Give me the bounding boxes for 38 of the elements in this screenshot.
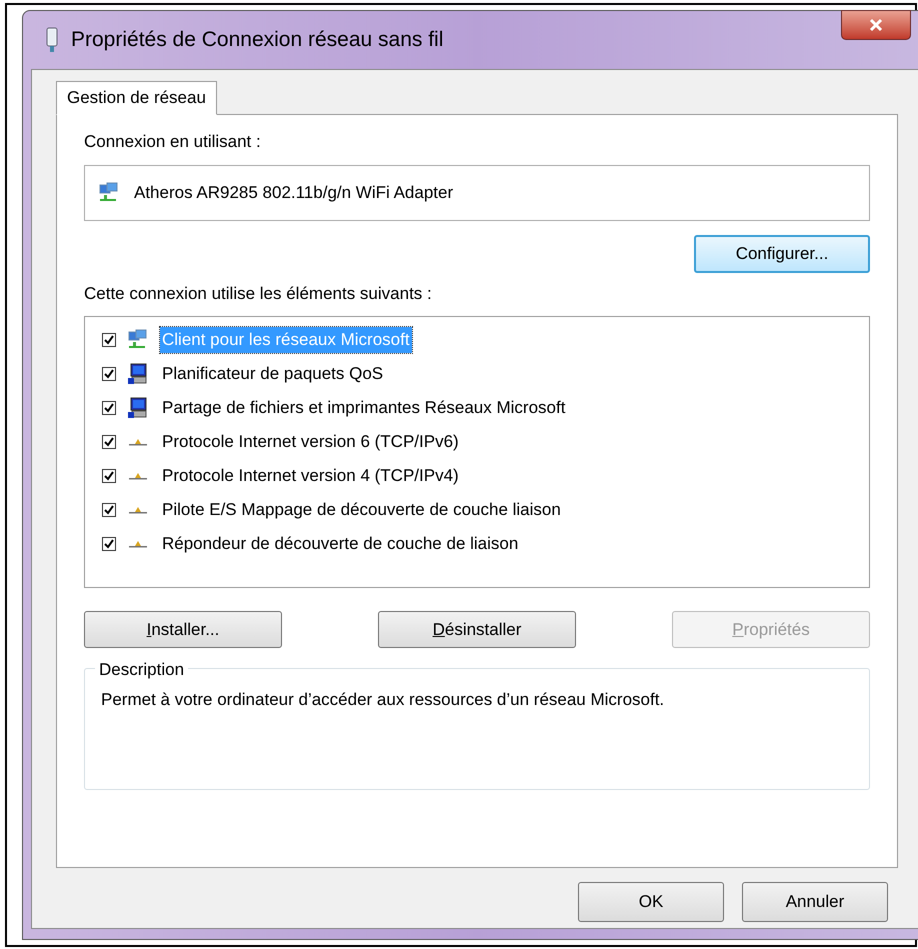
close-icon xyxy=(868,18,884,32)
section-label: Connexion en utilisant : xyxy=(84,131,262,153)
section-label: Cette connexion utilise les éléments suivants : xyxy=(84,282,433,304)
dialog-button[interactable]: Annuler xyxy=(742,882,888,922)
check-icon xyxy=(104,471,114,481)
network-computers-icon xyxy=(127,329,149,351)
dialog-button[interactable]: OK xyxy=(578,882,724,922)
configure-button[interactable]: Configurer... xyxy=(694,234,870,272)
checkbox[interactable] xyxy=(102,401,116,415)
checkbox[interactable] xyxy=(102,469,116,483)
adapter-icon xyxy=(45,27,59,53)
check-icon xyxy=(104,403,114,413)
list-item[interactable]: Partage de fichiers et imprimantes Réseaux Microsoft xyxy=(160,395,568,421)
check-icon xyxy=(104,505,114,515)
network-computers-icon xyxy=(98,182,120,204)
list-item[interactable]: Planificateur de paquets QoS xyxy=(160,361,386,387)
list-item[interactable]: Protocole Internet version 4 (TCP/IPv4) xyxy=(160,463,461,489)
checkbox[interactable] xyxy=(102,367,116,381)
close-button[interactable] xyxy=(841,10,911,40)
tab[interactable]: Gestion de réseau xyxy=(56,81,217,115)
computer-icon xyxy=(127,397,149,419)
description-text: Permet à votre ordinateur d’accéder aux ressources d’un réseau Microsoft. xyxy=(101,689,666,711)
window-title: Propriétés de Connexion réseau sans fil xyxy=(71,27,444,54)
check-icon xyxy=(104,369,114,379)
item-button[interactable]: Désinstaller xyxy=(378,611,576,648)
checkbox[interactable] xyxy=(102,333,116,347)
item-button[interactable]: Installer... xyxy=(84,611,282,648)
checkbox[interactable] xyxy=(102,503,116,517)
list-item[interactable]: Répondeur de découverte de couche de liaison xyxy=(160,531,520,557)
list-item[interactable]: Pilote E/S Mappage de découverte de couche liaison xyxy=(160,497,563,523)
list-item[interactable]: Protocole Internet version 6 (TCP/IPv6) xyxy=(160,429,461,455)
check-icon xyxy=(104,539,114,549)
checkbox[interactable] xyxy=(102,537,116,551)
check-icon xyxy=(104,437,114,447)
adapter-field: Atheros AR9285 802.11b/g/n WiFi Adapter xyxy=(84,164,870,220)
computer-icon xyxy=(127,363,149,385)
checkbox[interactable] xyxy=(102,435,116,449)
check-icon xyxy=(104,335,114,345)
